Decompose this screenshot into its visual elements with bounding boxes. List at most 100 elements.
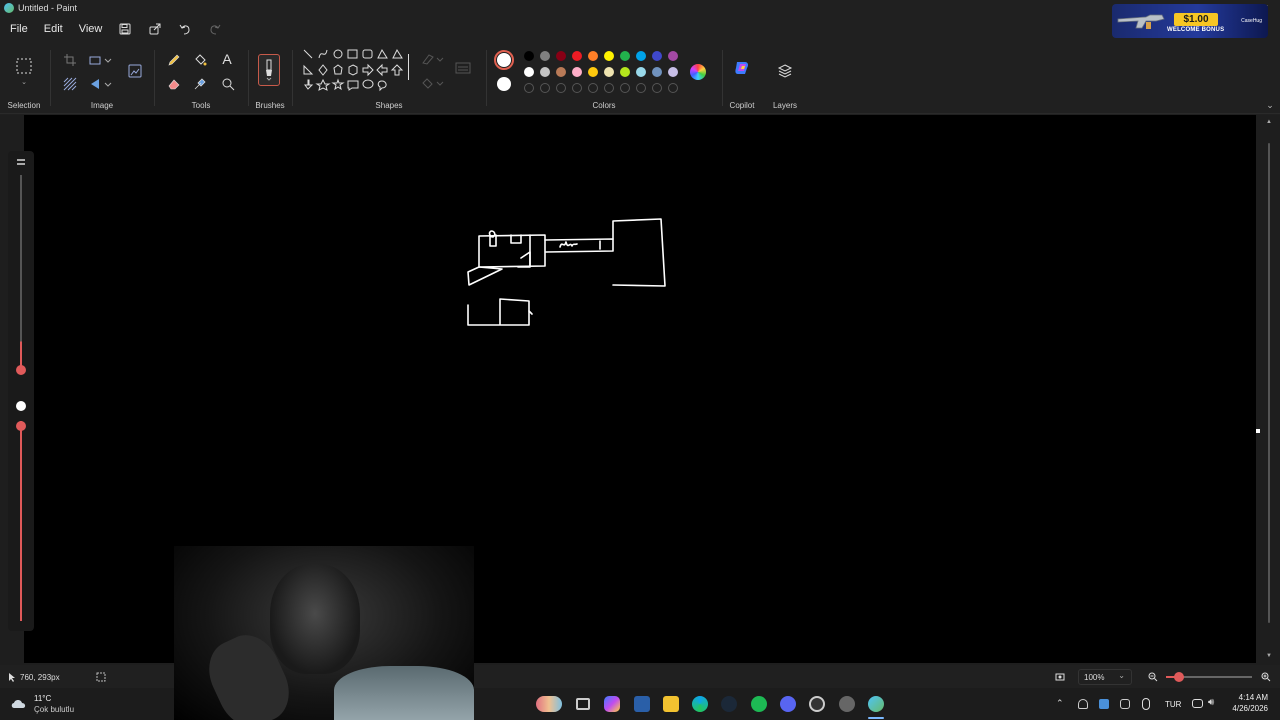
discord-icon[interactable] xyxy=(780,696,796,712)
file-explorer-icon[interactable] xyxy=(663,696,679,712)
paint-taskbar-icon[interactable] xyxy=(868,696,884,712)
color-swatch[interactable] xyxy=(572,67,582,77)
opacity-slider-track[interactable] xyxy=(20,421,22,621)
shape-more-button[interactable] xyxy=(454,60,472,76)
clock-time[interactable]: 4:14 AM xyxy=(1230,693,1268,702)
menu-edit[interactable]: Edit xyxy=(36,17,71,41)
color-picker-button[interactable] xyxy=(192,76,208,92)
secondary-color-button[interactable] xyxy=(496,76,512,92)
color-swatch[interactable] xyxy=(540,67,550,77)
display-icon[interactable] xyxy=(1192,699,1203,708)
menu-view[interactable]: View xyxy=(71,17,111,41)
size-icon xyxy=(17,159,25,165)
color-swatch[interactable] xyxy=(524,51,534,61)
custom-color-slot[interactable] xyxy=(556,83,566,93)
tray-network-icon[interactable] xyxy=(1120,699,1130,709)
color-swatch[interactable] xyxy=(620,51,630,61)
color-swatch[interactable] xyxy=(540,51,550,61)
spotify-icon[interactable] xyxy=(751,696,767,712)
pencil-button[interactable] xyxy=(166,52,182,68)
redo-button[interactable] xyxy=(200,17,230,41)
outline-button[interactable] xyxy=(420,52,446,66)
fill-button[interactable] xyxy=(192,52,208,68)
scroll-down-icon[interactable]: ▼ xyxy=(1266,653,1272,659)
share-button[interactable] xyxy=(140,17,170,41)
custom-color-slot[interactable] xyxy=(620,83,630,93)
custom-color-slot[interactable] xyxy=(652,83,662,93)
brushes-button[interactable] xyxy=(258,54,280,86)
color-swatch[interactable] xyxy=(556,51,566,61)
custom-color-slot[interactable] xyxy=(572,83,582,93)
zoom-slider-thumb[interactable] xyxy=(1174,672,1184,682)
scroll-thumb[interactable] xyxy=(1268,143,1270,623)
color-swatch[interactable] xyxy=(556,67,566,77)
color-swatch[interactable] xyxy=(668,67,678,77)
magnifier-button[interactable] xyxy=(220,76,236,92)
custom-color-slot[interactable] xyxy=(588,83,598,93)
chevron-up-icon[interactable]: ⌃ xyxy=(1056,698,1064,709)
obs-icon[interactable] xyxy=(809,696,825,712)
select-button[interactable] xyxy=(14,56,34,76)
color-swatch[interactable] xyxy=(668,51,678,61)
color-swatch[interactable] xyxy=(652,51,662,61)
color-swatch[interactable] xyxy=(652,67,662,77)
custom-color-slot[interactable] xyxy=(604,83,614,93)
rotate-button[interactable] xyxy=(88,76,114,92)
crop-button[interactable] xyxy=(62,52,78,68)
save-button[interactable] xyxy=(110,17,140,41)
zoom-in-icon[interactable] xyxy=(1261,672,1271,682)
color-swatch[interactable] xyxy=(604,51,614,61)
chevron-down-icon[interactable]: ⌄ xyxy=(18,78,30,86)
vertical-scrollbar[interactable]: ▲ ▼ xyxy=(1260,115,1278,663)
edit-colors-button[interactable] xyxy=(688,62,708,82)
menu-file[interactable]: File xyxy=(2,17,36,41)
custom-color-slot[interactable] xyxy=(636,83,646,93)
color-swatch[interactable] xyxy=(524,67,534,77)
fit-to-window-icon[interactable] xyxy=(1055,672,1065,682)
copilot-taskbar-icon[interactable] xyxy=(604,696,620,712)
color-swatch[interactable] xyxy=(636,67,646,77)
edge-icon[interactable] xyxy=(692,696,708,712)
color-swatch[interactable] xyxy=(636,51,646,61)
primary-color-button[interactable] xyxy=(494,50,514,70)
remove-background-button[interactable] xyxy=(62,76,78,92)
clock-date[interactable]: 4/26/2026 xyxy=(1226,704,1268,713)
color-swatch[interactable] xyxy=(588,51,598,61)
settings-icon[interactable] xyxy=(839,696,855,712)
weather-widget[interactable] xyxy=(10,696,28,710)
text-tool-icon[interactable]: A xyxy=(218,50,236,68)
undo-button[interactable] xyxy=(170,17,200,41)
custom-color-slot[interactable] xyxy=(540,83,550,93)
scroll-up-icon[interactable]: ▲ xyxy=(1266,119,1272,125)
color-swatch[interactable] xyxy=(604,67,614,77)
tray-app-icon[interactable] xyxy=(1099,699,1109,709)
color-swatch[interactable] xyxy=(620,67,630,77)
volume-icon[interactable]: 🔊︎ xyxy=(1208,697,1214,708)
color-swatch[interactable] xyxy=(572,51,582,61)
custom-color-slot[interactable] xyxy=(668,83,678,93)
canvas-resize-handle[interactable] xyxy=(1256,429,1260,433)
copilot-button[interactable] xyxy=(732,58,752,78)
steam-icon[interactable] xyxy=(721,696,737,712)
image-gen-button[interactable] xyxy=(126,62,144,80)
fill-style-button[interactable] xyxy=(420,76,446,90)
layers-button[interactable] xyxy=(776,62,794,80)
eraser-button[interactable] xyxy=(166,76,182,92)
custom-color-slot[interactable] xyxy=(524,83,534,93)
language-indicator[interactable]: TUR xyxy=(1165,700,1181,709)
headset-icon[interactable] xyxy=(1078,699,1088,709)
size-slider-thumb[interactable] xyxy=(16,365,26,375)
store-icon[interactable] xyxy=(634,696,650,712)
color-swatch[interactable] xyxy=(588,67,598,77)
task-view-icon[interactable] xyxy=(576,698,590,710)
zoom-dropdown[interactable]: 100% ⌄ xyxy=(1078,669,1132,685)
microphone-icon[interactable] xyxy=(1142,698,1150,710)
widgets-icon[interactable] xyxy=(536,696,562,712)
resize-button[interactable] xyxy=(88,52,114,68)
size-slider-track[interactable] xyxy=(20,175,22,371)
image-frame-icon xyxy=(128,64,142,78)
zoom-out-icon[interactable] xyxy=(1148,672,1158,682)
shapes-gallery-icon[interactable] xyxy=(302,48,412,100)
ribbon-collapse-icon[interactable]: ⌄ xyxy=(1264,100,1276,110)
opacity-slider-thumb[interactable] xyxy=(16,421,26,431)
